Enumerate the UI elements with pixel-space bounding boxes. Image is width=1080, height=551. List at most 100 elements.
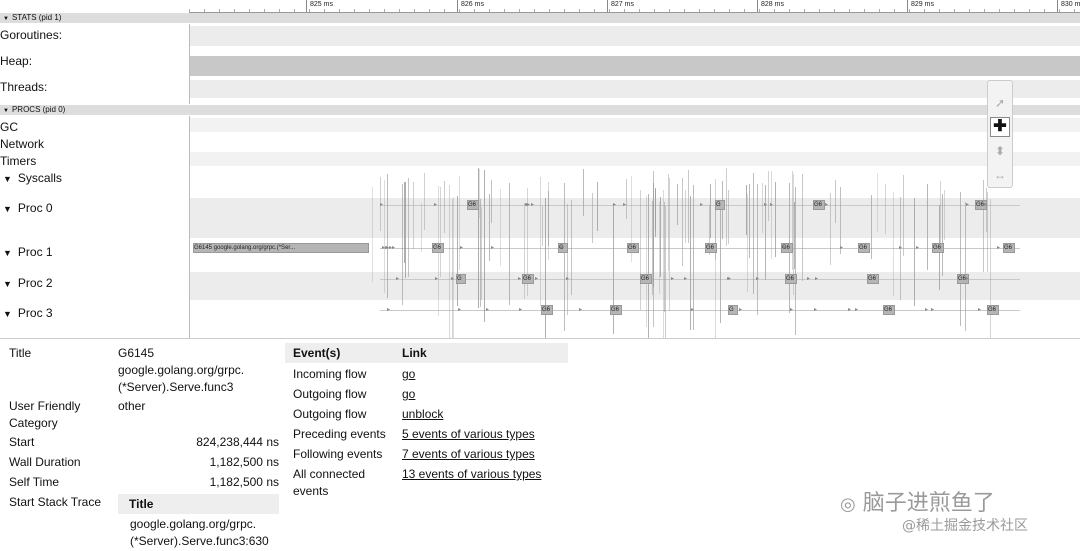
timing-tool-icon[interactable]: ↔ [990,165,1010,185]
flow-line [387,174,388,298]
goroutine-slice[interactable]: G6 [522,274,534,284]
expand-triangle-icon[interactable]: ▼ [3,279,12,289]
flow-line [548,191,549,246]
ruler-minor-tick [774,9,775,12]
timers-label: Timers [0,154,37,168]
flow-arrow-icon: ▸ [491,245,495,251]
ruler-minor-tick [609,9,610,12]
proc0-row-label[interactable]: ▼ Proc 0 [0,201,53,216]
flow-arrow-icon: ▸ [486,307,490,313]
expand-triangle-icon[interactable]: ▼ [3,174,12,184]
ruler-minor-tick [369,9,370,12]
flow-line [965,202,966,331]
flow-line [987,192,988,272]
flow-line [449,185,450,338]
goroutine-slice[interactable]: G6 [640,274,652,284]
threads-counter-track[interactable] [190,80,1080,98]
flow-line [489,194,490,261]
link-all-connected-events[interactable]: 13 events of various types [402,466,541,483]
flow-arrow-icon: ▸ [997,245,1001,251]
proc2-track[interactable] [190,272,1080,300]
heap-counter-track[interactable] [190,56,1080,76]
link-following-events[interactable]: 7 events of various types [402,446,535,463]
goroutines-counter-track[interactable] [190,26,1080,46]
link-unblock[interactable]: unblock [402,406,443,423]
goroutine-slice[interactable]: G6 [467,200,479,210]
flow-arrow-icon: ▸ [526,202,530,208]
event-all-connected: All connected events [293,467,366,498]
ruler-minor-tick [579,9,580,12]
goroutine-slice[interactable]: G6 [610,305,622,315]
goroutine-slice[interactable]: G6 [627,243,639,253]
flow-arrow-icon: ▸ [396,276,400,282]
goroutine-slice[interactable]: G6 [813,200,825,210]
gc-track[interactable] [190,118,1080,132]
link-incoming-go[interactable]: go [402,366,415,383]
goroutine-slice[interactable]: G [715,200,725,210]
selected-goroutine-slice[interactable]: G6145 google.golang.org/grpc.(*Ser... [193,243,369,253]
goroutine-slice[interactable]: G [728,305,738,315]
heap-label: Heap: [0,54,33,68]
goroutine-slice[interactable]: G [456,274,466,284]
proc3-row-label[interactable]: ▼ Proc 3 [0,306,53,321]
goroutine-slice[interactable]: G6 [858,243,870,253]
goroutine-slice[interactable]: G6 [705,243,717,253]
proc1-row-label[interactable]: ▼ Proc 1 [0,245,53,260]
goroutine-slice[interactable]: G6 [785,274,797,284]
wechat-icon: ◎ [840,494,856,515]
flow-line [728,190,729,244]
self-time-value: 1,182,500 ns [209,475,279,489]
timers-track[interactable] [190,152,1080,166]
goroutine-slice[interactable]: G6 [541,305,553,315]
event-incoming-flow: Incoming flow [293,367,367,381]
procs-section-header[interactable]: ▼ PROCS (pid 0) [0,105,1080,115]
flow-arrow-icon: ▸ [931,307,935,313]
watermark-logo: ◎ 脑子进煎鱼了 [840,491,995,516]
proc2-row-label[interactable]: ▼ Proc 2 [0,276,53,291]
flow-line [500,189,501,266]
flow-arrow-icon: ▸ [764,202,768,208]
ruler-minor-tick [984,9,985,12]
flow-arrow-icon: ▸ [966,202,970,208]
ruler-minor-tick [864,9,865,12]
collapse-triangle-icon[interactable]: ▼ [3,106,9,116]
flow-line [372,187,373,282]
expand-triangle-icon[interactable]: ▼ [3,204,12,214]
trace-timeline[interactable]: 825 ms826 ms827 ms828 ms829 ms830 ms ▼ST… [0,0,1080,338]
flow-arrow-icon: ▸ [671,276,675,282]
link-preceding-events[interactable]: 5 events of various types [402,426,535,443]
proc0-track[interactable] [190,198,1080,238]
flow-line [710,184,711,238]
ruler-minor-tick [849,9,850,12]
stack-table-header: Title [118,494,279,514]
goroutine-slice[interactable]: G6 [932,243,944,253]
expand-triangle-icon[interactable]: ▼ [3,248,12,258]
watermark-site: @稀土掘金技术社区 [902,518,1028,534]
selection-tool-icon[interactable]: ➚ [990,93,1010,113]
syscalls-row-label[interactable]: ▼ Syscalls [0,171,62,186]
flow-arrow-icon: ▸ [899,245,903,251]
ruler-minor-tick [744,9,745,12]
goroutine-slice[interactable]: G6 [867,274,879,284]
collapse-triangle-icon[interactable]: ▼ [3,14,9,24]
pan-tool-icon[interactable]: ✚ [990,117,1010,137]
stats-section-header[interactable]: ▼ STATS (pid 1) [0,13,1080,23]
flow-line [453,197,454,338]
flow-line [877,173,878,232]
ruler-minor-tick [414,9,415,12]
goroutine-slice[interactable]: G6 [1003,243,1015,253]
ruler-tick-label: 826 ms [461,1,484,8]
ruler-minor-tick [654,9,655,12]
ruler-tick-label: 828 ms [761,1,784,8]
flow-arrow-icon: ▸ [840,245,844,251]
zoom-tool-icon[interactable]: ⬍ [990,141,1010,161]
flow-line [646,196,647,327]
network-label: Network [0,137,45,151]
link-outgoing-go[interactable]: go [402,386,415,403]
ruler-minor-tick [924,9,925,12]
expand-triangle-icon[interactable]: ▼ [3,309,12,319]
time-ruler[interactable]: 825 ms 826 ms 827 ms 828 ms 829 ms 830 ms [189,0,1080,13]
goroutine-slice[interactable]: G6 [883,305,895,315]
goroutine-slice[interactable]: G6 [987,305,999,315]
flow-arrow-icon: ▸ [392,245,396,251]
